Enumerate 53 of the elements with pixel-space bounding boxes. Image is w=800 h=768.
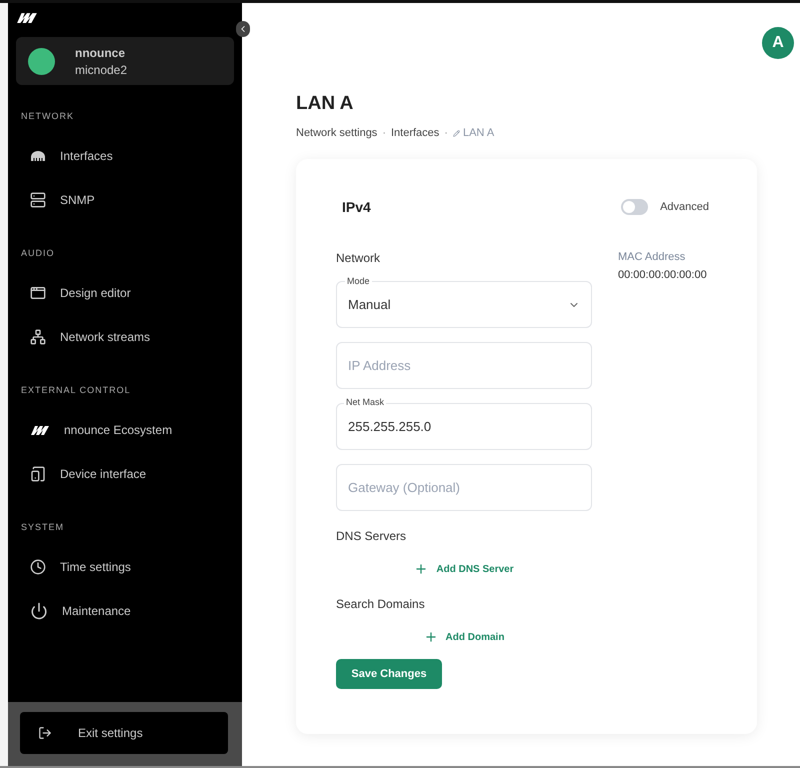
save-button[interactable]: Save Changes	[336, 659, 442, 689]
device-card[interactable]: nnounce micnode2	[16, 37, 234, 85]
breadcrumb-separator: ·	[382, 127, 386, 139]
add-button[interactable]: Add Domain	[418, 629, 510, 645]
sidebar-item[interactable]: Design editor	[8, 271, 242, 315]
field-label: Net Mask	[344, 397, 386, 407]
server-icon	[30, 192, 46, 208]
sidebar-item[interactable]: Interfaces	[8, 134, 242, 178]
field-label: Mode	[345, 276, 372, 286]
section-label: DNS Servers	[336, 529, 408, 543]
advanced-toggle[interactable]	[621, 199, 648, 215]
section-heading: EXTERNAL CONTROL	[20, 385, 132, 395]
device-host: micnode2	[75, 62, 128, 76]
breadcrumb-link[interactable]: Network settings	[296, 127, 378, 139]
breadcrumb-current: LAN A	[462, 127, 494, 139]
plus-icon	[424, 630, 438, 644]
tablet-icon	[30, 466, 46, 482]
exit-button[interactable]: Exit settings	[20, 712, 228, 754]
sidebar-item[interactable]: SNMP	[8, 178, 242, 222]
logo-icon	[30, 424, 50, 436]
breadcrumb-link[interactable]: Interfaces	[390, 127, 440, 139]
ethernet-icon	[30, 150, 46, 162]
sidebar-item[interactable]: Maintenance	[8, 589, 242, 633]
add-button[interactable]: Add DNS Server	[408, 561, 520, 577]
input-field[interactable]: IP Address	[336, 342, 592, 389]
select-value: Manual	[348, 297, 392, 312]
avatar[interactable]: A	[762, 27, 794, 59]
breadcrumb-separator: ·	[444, 127, 448, 139]
logout-icon	[38, 726, 52, 740]
device-name: nnounce	[75, 46, 126, 60]
pencil-icon	[452, 130, 460, 136]
section-heading: AUDIO	[20, 248, 56, 258]
logo-icon	[16, 12, 38, 24]
window-icon	[30, 285, 46, 301]
sidebar-item[interactable]: Device interface	[8, 452, 242, 496]
section-label: Search Domains	[336, 597, 426, 611]
section-heading: SYSTEM	[20, 522, 66, 532]
section-heading: NETWORK	[20, 111, 75, 121]
power-icon	[30, 602, 48, 620]
card-title: IPv4	[342, 199, 371, 215]
network-icon	[30, 329, 46, 345]
input-field[interactable]: Gateway (Optional)	[336, 464, 592, 511]
mac-value: 00:00:00:00:00:00	[618, 269, 707, 281]
clock-icon	[30, 559, 46, 575]
sidebar-item[interactable]: Time settings	[8, 545, 242, 589]
sidebar-item[interactable]: nnounce Ecosystem	[8, 408, 242, 452]
sidebar-item[interactable]: Network streams	[8, 315, 242, 359]
plus-icon	[414, 562, 428, 576]
toggle-label: Advanced	[660, 201, 709, 213]
mac-label: MAC Address	[618, 251, 686, 263]
page-title: LAN A	[296, 93, 354, 115]
collapse-button[interactable]	[236, 21, 250, 37]
section-label: Network	[336, 251, 382, 265]
